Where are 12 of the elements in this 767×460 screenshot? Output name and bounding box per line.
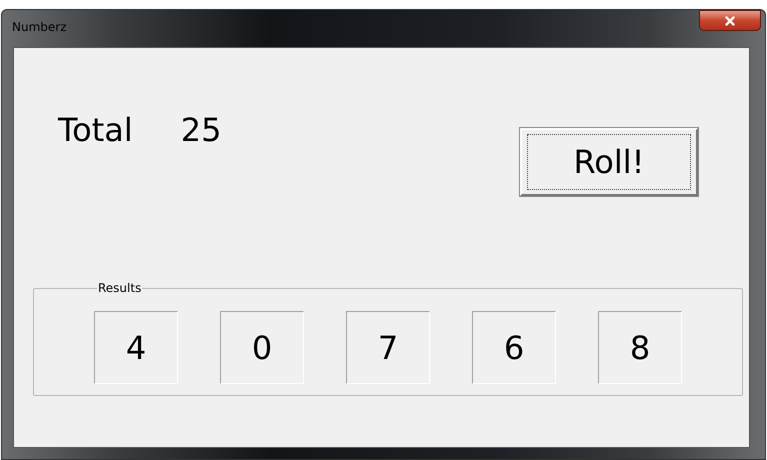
roll-button[interactable]: Roll!	[520, 128, 698, 196]
close-button[interactable]	[699, 10, 761, 31]
close-icon	[723, 14, 737, 28]
total-value: 25	[180, 110, 222, 151]
total-label: Total	[58, 110, 133, 151]
result-box: 6	[472, 311, 556, 384]
result-box: 0	[220, 311, 304, 384]
results-legend: Results	[97, 279, 142, 297]
result-box: 7	[346, 311, 430, 384]
window-title: Numberz	[12, 19, 67, 36]
result-box: 4	[94, 311, 178, 384]
result-box: 8	[598, 311, 682, 384]
